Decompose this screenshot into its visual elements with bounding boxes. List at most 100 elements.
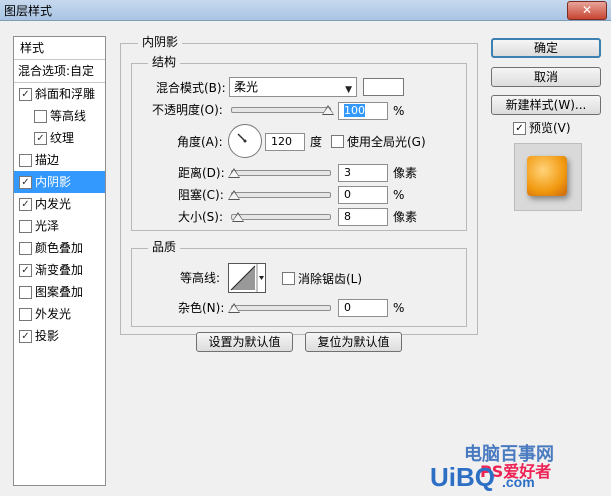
noise-label: 杂色(N): [178, 301, 225, 315]
style-checkbox[interactable]: ✓ [19, 88, 32, 101]
distance-label: 距离(D): [178, 166, 225, 180]
style-preview-thumbnail [514, 143, 582, 211]
distance-input[interactable]: 3 [338, 164, 388, 182]
opacity-unit: % [393, 104, 405, 118]
quality-title: 品质 [148, 240, 181, 254]
styles-sidebar: 样式 混合选项:自定 ✓ 斜面和浮雕 等高线 ✓ 纹理 描边 ✓ 内阴影 ✓ 内发光 光泽 颜色叠加 ✓… [13, 36, 106, 486]
sidebar-item-label: 光泽 [35, 219, 60, 233]
noise-unit: % [393, 301, 405, 315]
size-label: 大小(S): [178, 210, 224, 224]
sidebar-item-blend-options[interactable]: 混合选项:自定 [14, 60, 105, 82]
preview-label: 预览(V) [529, 121, 571, 135]
sidebar-item-style[interactable]: ✓ 内阴影 [14, 171, 105, 193]
watermark-url-right: .com [502, 474, 535, 490]
slider-track [231, 214, 331, 220]
angle-input[interactable]: 120 [265, 133, 305, 151]
size-slider[interactable] [231, 211, 331, 223]
slider-thumb[interactable] [228, 168, 240, 178]
preview-checkbox[interactable]: ✓ [513, 122, 526, 135]
cancel-button[interactable]: 取消 [491, 67, 601, 87]
style-checkbox[interactable] [19, 220, 32, 233]
size-unit: 像素 [393, 210, 418, 224]
watermark-url-left: UiBQ [430, 462, 495, 492]
angle-label: 角度(A): [177, 135, 223, 149]
sidebar-item-label: 外发光 [35, 307, 72, 321]
sidebar-item-label: 等高线 [50, 109, 87, 123]
reset-default-button[interactable]: 复位为默认值 [305, 332, 402, 352]
sidebar-item-label: 斜面和浮雕 [35, 87, 96, 101]
distance-slider[interactable] [228, 167, 331, 179]
choke-unit: % [393, 188, 405, 202]
style-checkbox[interactable] [34, 110, 47, 123]
preview-tile [527, 156, 567, 196]
distance-unit: 像素 [393, 166, 418, 180]
sidebar-header[interactable]: 样式 [14, 37, 105, 59]
slider-thumb[interactable] [228, 303, 240, 313]
style-checkbox[interactable]: ✓ [34, 132, 47, 145]
sidebar-item-style[interactable]: ✓ 斜面和浮雕 [14, 83, 105, 105]
global-light-checkbox[interactable] [331, 135, 344, 148]
contour-label: 等高线: [180, 271, 221, 285]
style-checkbox[interactable]: ✓ [19, 264, 32, 277]
slider-thumb[interactable] [322, 105, 334, 115]
sidebar-item-style[interactable]: 光泽 [14, 215, 105, 237]
global-light-label: 使用全局光(G) [347, 135, 426, 149]
sidebar-item-style[interactable]: 图案叠加 [14, 281, 105, 303]
angle-needle-icon [237, 133, 247, 143]
sidebar-item-label: 渐变叠加 [35, 263, 84, 277]
sidebar-item-style[interactable]: ✓ 投影 [14, 325, 105, 347]
contour-picker[interactable] [228, 263, 266, 293]
title-bar: 图层样式 ✕ [0, 0, 611, 21]
sidebar-item-label: 描边 [35, 153, 60, 167]
blend-mode-select[interactable]: 柔光 ▼ [229, 77, 357, 97]
noise-input[interactable]: 0 [338, 299, 388, 317]
choke-slider[interactable] [228, 189, 331, 201]
slider-track [231, 107, 331, 113]
chevron-down-icon: ▼ [345, 85, 352, 95]
angle-unit: 度 [310, 135, 323, 149]
sidebar-item-style[interactable]: 外发光 [14, 303, 105, 325]
sidebar-item-style[interactable]: 等高线 [14, 105, 105, 127]
close-icon: ✕ [581, 3, 593, 17]
noise-slider[interactable] [228, 302, 331, 314]
set-default-button[interactable]: 设置为默认值 [196, 332, 293, 352]
new-style-button[interactable]: 新建样式(W)... [491, 95, 601, 115]
blend-mode-value: 柔光 [234, 80, 259, 94]
sidebar-item-label: 纹理 [50, 131, 75, 145]
sidebar-item-label: 颜色叠加 [35, 241, 84, 255]
style-checkbox[interactable] [19, 308, 32, 321]
structure-title: 结构 [148, 55, 181, 69]
ok-button[interactable]: 确定 [491, 38, 601, 58]
sidebar-item-style[interactable]: 颜色叠加 [14, 237, 105, 259]
watermark: 电脑百事网 PS爱好者 UiBQ .com [430, 440, 610, 496]
style-checkbox[interactable] [19, 286, 32, 299]
sidebar-item-style[interactable]: 描边 [14, 149, 105, 171]
sidebar-item-label: 图案叠加 [35, 285, 84, 299]
close-button[interactable]: ✕ [567, 1, 607, 20]
contour-curve-icon [230, 264, 264, 292]
sidebar-item-style[interactable]: ✓ 渐变叠加 [14, 259, 105, 281]
choke-label: 阻塞(C): [178, 188, 224, 202]
style-checkbox[interactable]: ✓ [19, 176, 32, 189]
opacity-input[interactable]: 100 [338, 102, 388, 120]
style-checkbox[interactable]: ✓ [19, 198, 32, 211]
style-checkbox[interactable]: ✓ [19, 330, 32, 343]
style-checkbox[interactable] [19, 242, 32, 255]
size-input[interactable]: 8 [338, 208, 388, 226]
shadow-color-swatch[interactable] [363, 78, 404, 96]
slider-thumb[interactable] [228, 190, 240, 200]
sidebar-item-style[interactable]: ✓ 纹理 [14, 127, 105, 149]
sidebar-item-style[interactable]: ✓ 内发光 [14, 193, 105, 215]
angle-dial[interactable] [228, 124, 262, 158]
sidebar-item-label: 投影 [35, 329, 60, 343]
panel-title: 内阴影 [138, 35, 183, 49]
style-checkbox[interactable] [19, 154, 32, 167]
antialias-label: 消除锯齿(L) [298, 272, 363, 286]
window-title: 图层样式 [4, 4, 53, 18]
opacity-slider[interactable] [231, 104, 334, 116]
slider-track [231, 192, 331, 198]
antialias-checkbox[interactable] [282, 272, 295, 285]
sidebar-item-label: 内发光 [35, 197, 72, 211]
choke-input[interactable]: 0 [338, 186, 388, 204]
slider-thumb[interactable] [232, 212, 244, 222]
